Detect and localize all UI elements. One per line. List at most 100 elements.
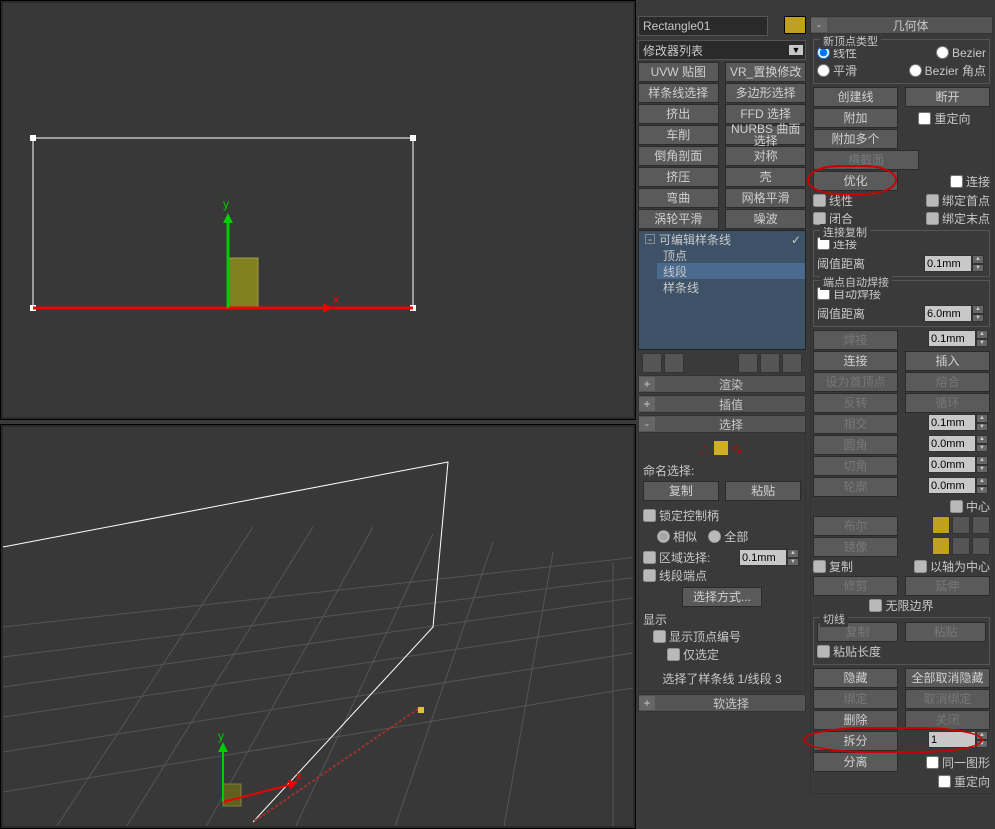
infinite-bounds-checkbox: 无限边界 [869,597,933,614]
detach-button[interactable]: 分离 [813,752,898,772]
center-checkbox: 中心 [950,498,990,515]
break-button[interactable]: 断开 [905,87,990,107]
fillet-spinner[interactable]: ▲▼ [928,435,990,452]
hide-button[interactable]: 隐藏 [813,668,898,688]
modifier-VR_置换修改[interactable]: VR_置换修改 [725,62,806,82]
trim-button: 修剪 [813,576,898,596]
divide-spinner[interactable]: ▲▼ [928,731,990,748]
bind-button: 绑定 [813,689,898,709]
new-vertex-type-label: 新顶点类型 [820,33,881,49]
area-select-checkbox: 区域选择: [643,549,710,566]
tangent-paste-button: 粘贴 [905,622,986,642]
reorient-checkbox[interactable]: 重定向 [899,108,990,128]
modifier-FFD 选择[interactable]: FFD 选择 [725,104,806,124]
attach-multi-button[interactable]: 附加多个 [813,129,898,149]
modifier-涡轮平滑[interactable]: 涡轮平滑 [638,209,719,229]
object-name-field[interactable] [638,16,768,36]
stack-vertex[interactable]: 顶点 [657,247,805,263]
create-line-button[interactable]: 创建线 [813,87,898,107]
modifier-噪波[interactable]: 噪波 [725,209,806,229]
weld-spinner[interactable]: ▲▼ [928,330,990,347]
chamfer-spinner[interactable]: ▲▼ [928,456,990,473]
unbind-button: 取消绑定 [905,689,990,709]
svg-text:y: y [218,729,224,743]
object-color-swatch[interactable] [784,16,806,34]
modifier-挤出[interactable]: 挤出 [638,104,719,124]
remove-modifier-icon[interactable] [760,353,780,373]
modifier-车削[interactable]: 车削 [638,125,719,145]
divide-button[interactable]: 拆分 [813,731,898,751]
rollout-soft-selection[interactable]: +软选择 [638,694,806,712]
rollout-geometry[interactable]: -几何体 [810,16,993,34]
mirror-both-icon[interactable] [972,537,990,555]
svg-text:y: y [223,197,229,211]
connect-button[interactable]: 连接 [813,351,898,371]
svg-text:x: x [333,292,339,306]
paste-selection-button[interactable]: 粘贴 [725,481,801,501]
modifier-挤压[interactable]: 挤压 [638,167,719,187]
rollout-selection[interactable]: -选择 [638,415,806,433]
select-by-button[interactable]: 选择方式... [682,587,762,607]
autoweld-threshold-spinner[interactable]: ▲▼ [924,305,986,322]
mirror-h-icon[interactable] [932,537,950,555]
modifier-倒角剖面[interactable]: 倒角剖面 [638,146,719,166]
extend-button: 延伸 [905,576,990,596]
bool-intersect-icon[interactable] [972,516,990,534]
bezier-radio[interactable] [936,46,949,59]
insert-button[interactable]: 插入 [905,351,990,371]
modifier-样条线选择[interactable]: 样条线选择 [638,83,719,103]
delete-button[interactable]: 删除 [813,710,898,730]
modifier-多边形选择[interactable]: 多边形选择 [725,83,806,103]
modifier-NURBS 曲面选择[interactable]: NURBS 曲面选择 [725,125,806,145]
attach-button[interactable]: 附加 [813,108,898,128]
same-shape-checkbox[interactable]: 同一图形 [926,752,990,772]
rectangle-spline: x y [33,138,413,318]
subobject-level-icons[interactable]: ∴∿ [643,441,801,458]
grid-3d: x y [3,427,633,826]
rollout-render[interactable]: +渲染 [638,375,806,393]
lock-handles-checkbox: 锁定控制柄 [643,507,719,524]
svg-text:x: x [296,769,302,783]
weld-button: 焊接 [813,330,898,350]
stack-segment[interactable]: 线段 [657,263,805,279]
crossinsert-button: 相交 [813,414,898,434]
stack-spline[interactable]: 样条线 [657,279,805,295]
mirror-v-icon[interactable] [952,537,970,555]
make-unique-icon[interactable] [738,353,758,373]
fuse-button: 熔合 [905,372,990,392]
pin-stack-icon[interactable] [642,353,662,373]
connect-opt-checkbox[interactable]: 连接 [950,171,990,191]
configure-sets-icon[interactable] [782,353,802,373]
detach-reorient-checkbox[interactable]: 重定向 [938,773,990,790]
viewport-perspective[interactable]: x y [0,424,636,829]
optimize-button[interactable]: 优化 [813,171,898,191]
outline-button: 轮廓 [813,477,898,497]
rollout-interpolation[interactable]: +插值 [638,395,806,413]
modifier-对称[interactable]: 对称 [725,146,806,166]
bool-union-icon[interactable] [932,516,950,534]
show-end-result-icon[interactable] [664,353,684,373]
modifier-网格平滑[interactable]: 网格平滑 [725,188,806,208]
modifier-stack[interactable]: -可编辑样条线 顶点 线段 样条线 ✓ [638,230,806,350]
chamfer-button: 切角 [813,456,898,476]
paste-length-checkbox: 粘贴长度 [817,643,881,660]
named-selection-label: 命名选择: [643,462,801,479]
only-selected-checkbox: 仅选定 [667,646,719,663]
copy-selection-button[interactable]: 复制 [643,481,719,501]
modifier-弯曲[interactable]: 弯曲 [638,188,719,208]
crossinsert-spinner[interactable]: ▲▼ [928,414,990,431]
threshold-dist-spinner[interactable]: ▲▼ [924,255,986,272]
modifier-UVW 贴图[interactable]: UVW 贴图 [638,62,719,82]
display-label: 显示 [643,611,801,628]
modifier-list-dropdown[interactable]: 修改器列表 [638,40,806,60]
unhide-all-button[interactable]: 全部取消隐藏 [905,668,990,688]
bezier-corner-radio[interactable] [909,64,922,77]
show-vertex-numbers-checkbox: 显示顶点编号 [653,628,741,645]
smooth-radio[interactable] [817,64,830,77]
bool-subtract-icon[interactable] [952,516,970,534]
outline-spinner[interactable]: ▲▼ [928,477,990,494]
area-select-spinner: ▲▼ [739,549,801,566]
modifier-壳[interactable]: 壳 [725,167,806,187]
viewport-top[interactable]: x y [0,0,636,420]
stack-toggle-icon[interactable]: ✓ [791,233,801,247]
